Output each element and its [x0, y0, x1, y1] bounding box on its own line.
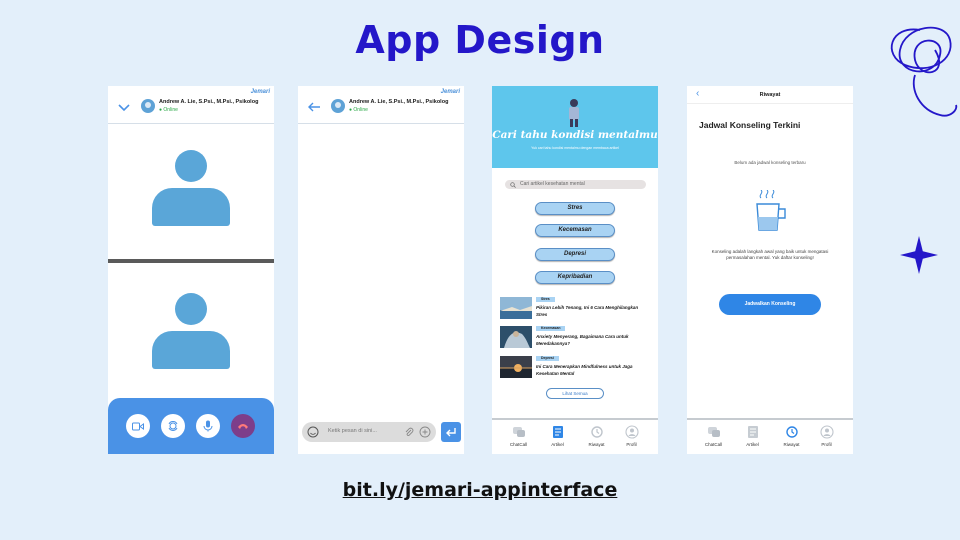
chat-screen: Jemari Andrew A. Lie, S.Psi., M.Psi., Ps…: [298, 86, 464, 454]
app-interface-link[interactable]: bit.ly/jemari-appinterface: [0, 479, 960, 501]
end-call-icon[interactable]: [231, 414, 255, 438]
bottom-nav: ChatCall Artikel Riwayat Profil: [687, 418, 853, 454]
person-illustration-icon: [569, 99, 579, 127]
chat-call-icon: [707, 427, 720, 437]
hero-subtitle: Yuk cari tahu kondisi mentalmu dengan me…: [531, 146, 619, 150]
local-video: [108, 263, 274, 398]
article-tag: Stres: [536, 297, 555, 302]
back-arrow-icon[interactable]: [307, 102, 321, 112]
articles-screen: Cari tahu kondisi mentalmu Yuk cari tahu…: [492, 86, 658, 454]
article-search-input[interactable]: Cari artikel kesehatan mental: [505, 180, 646, 189]
category-button[interactable]: Kepribadian: [535, 271, 615, 284]
article-title: Ini Cara Menerapkan Mindfulness untuk Ja…: [536, 364, 633, 376]
schedule-counseling-button[interactable]: Jadwalkan Konseling: [719, 294, 821, 315]
article-thumbnail: [500, 297, 532, 319]
article-tag: Depresi: [536, 356, 559, 361]
history-header: ‹ Riwayat: [687, 86, 853, 104]
article-item[interactable]: Stres Pikiran Lebih Tenang, Ini 6 Cara M…: [500, 297, 650, 321]
person-placeholder-icon: [152, 293, 230, 371]
schedule-section-title: Jadwal Konseling Terkini: [699, 120, 801, 130]
avatar: [331, 99, 345, 113]
brand-logo: Jemari: [440, 89, 460, 95]
history-icon: [590, 426, 603, 438]
nav-item-artikel[interactable]: Artikel: [541, 425, 574, 447]
chat-call-icon: [512, 427, 525, 437]
category-button[interactable]: Kecemasan: [535, 224, 615, 237]
video-camera-icon[interactable]: [126, 414, 150, 438]
category-button[interactable]: Stres: [535, 202, 615, 215]
call-controls: [108, 398, 274, 454]
star-decoration: [900, 236, 938, 274]
category-button[interactable]: Depresi: [535, 248, 615, 261]
profile-icon: [624, 425, 639, 439]
article-thumbnail: [500, 326, 532, 348]
nav-item-riwayat[interactable]: Riwayat: [775, 425, 808, 447]
coffee-cup-icon: [756, 190, 786, 231]
switch-camera-icon[interactable]: [161, 414, 185, 438]
nav-item-chatcall[interactable]: ChatCall: [502, 425, 535, 447]
send-button[interactable]: [441, 422, 461, 442]
hero-title: Cari tahu kondisi mentalmu: [492, 129, 658, 141]
person-placeholder-icon: [152, 150, 230, 228]
avatar: [141, 99, 155, 113]
profile-icon: [819, 425, 834, 439]
history-screen: ‹ Riwayat Jadwal Konseling Terkini Belum…: [687, 86, 853, 454]
chat-header: Jemari Andrew A. Lie, S.Psi., M.Psi., Ps…: [298, 86, 464, 124]
attachment-icon[interactable]: [404, 427, 414, 437]
search-placeholder: Cari artikel kesehatan mental: [520, 181, 585, 187]
scribble-decoration: [890, 26, 958, 117]
nav-item-artikel[interactable]: Artikel: [736, 425, 769, 447]
chat-header: Jemari Andrew A. Lie, S.Psi., M.Psi., Ps…: [108, 86, 274, 124]
bottom-nav: ChatCall Artikel Riwayat Profil: [492, 418, 658, 454]
contact-status: Online: [349, 107, 367, 113]
contact-name: Andrew A. Lie, S.Psi., M.Psi., Psikolog: [349, 99, 449, 105]
search-icon: [510, 182, 516, 188]
article-item[interactable]: Depresi Ini Cara Menerapkan Mindfulness …: [500, 356, 650, 380]
article-title: Anxiety Menyerang, Bagaimana Cara untuk …: [536, 334, 629, 346]
article-thumbnail: [500, 356, 532, 378]
message-input[interactable]: Ketik pesan di sini...: [302, 422, 436, 442]
nav-item-riwayat[interactable]: Riwayat: [580, 425, 613, 447]
nav-item-profil[interactable]: Profil: [810, 425, 843, 447]
message-placeholder: Ketik pesan di sini...: [328, 428, 377, 434]
article-icon: [552, 426, 563, 438]
nav-item-profil[interactable]: Profil: [615, 425, 648, 447]
see-all-button[interactable]: Lihat Semua: [546, 388, 604, 399]
emoji-icon[interactable]: [307, 426, 319, 438]
article-title: Pikiran Lebih Tenang, Ini 6 Cara Menghil…: [536, 305, 639, 317]
counseling-info-text: Konseling adalah langkah awal yang baik …: [711, 249, 829, 260]
article-tag: Kecemasan: [536, 326, 566, 331]
slide-title: App Design: [355, 18, 605, 62]
nav-item-chatcall[interactable]: ChatCall: [697, 425, 730, 447]
history-title: Riwayat: [759, 92, 781, 98]
article-icon: [747, 426, 758, 438]
history-icon: [785, 426, 798, 438]
add-icon[interactable]: [419, 426, 431, 438]
contact-status: Online: [159, 107, 177, 113]
articles-hero: Cari tahu kondisi mentalmu Yuk cari tahu…: [492, 86, 658, 168]
remote-video: [108, 124, 274, 259]
microphone-icon[interactable]: [196, 414, 220, 438]
contact-name: Andrew A. Lie, S.Psi., M.Psi., Psikolog: [159, 99, 259, 105]
brand-logo: Jemari: [250, 89, 270, 95]
chevron-down-icon[interactable]: [117, 102, 131, 112]
article-item[interactable]: Kecemasan Anxiety Menyerang, Bagaimana C…: [500, 326, 650, 350]
empty-state-text: Belum ada jadwal konseling terbaru: [734, 160, 806, 165]
video-call-screen: Jemari Andrew A. Lie, S.Psi., M.Psi., Ps…: [108, 86, 274, 454]
send-icon: [446, 428, 456, 437]
